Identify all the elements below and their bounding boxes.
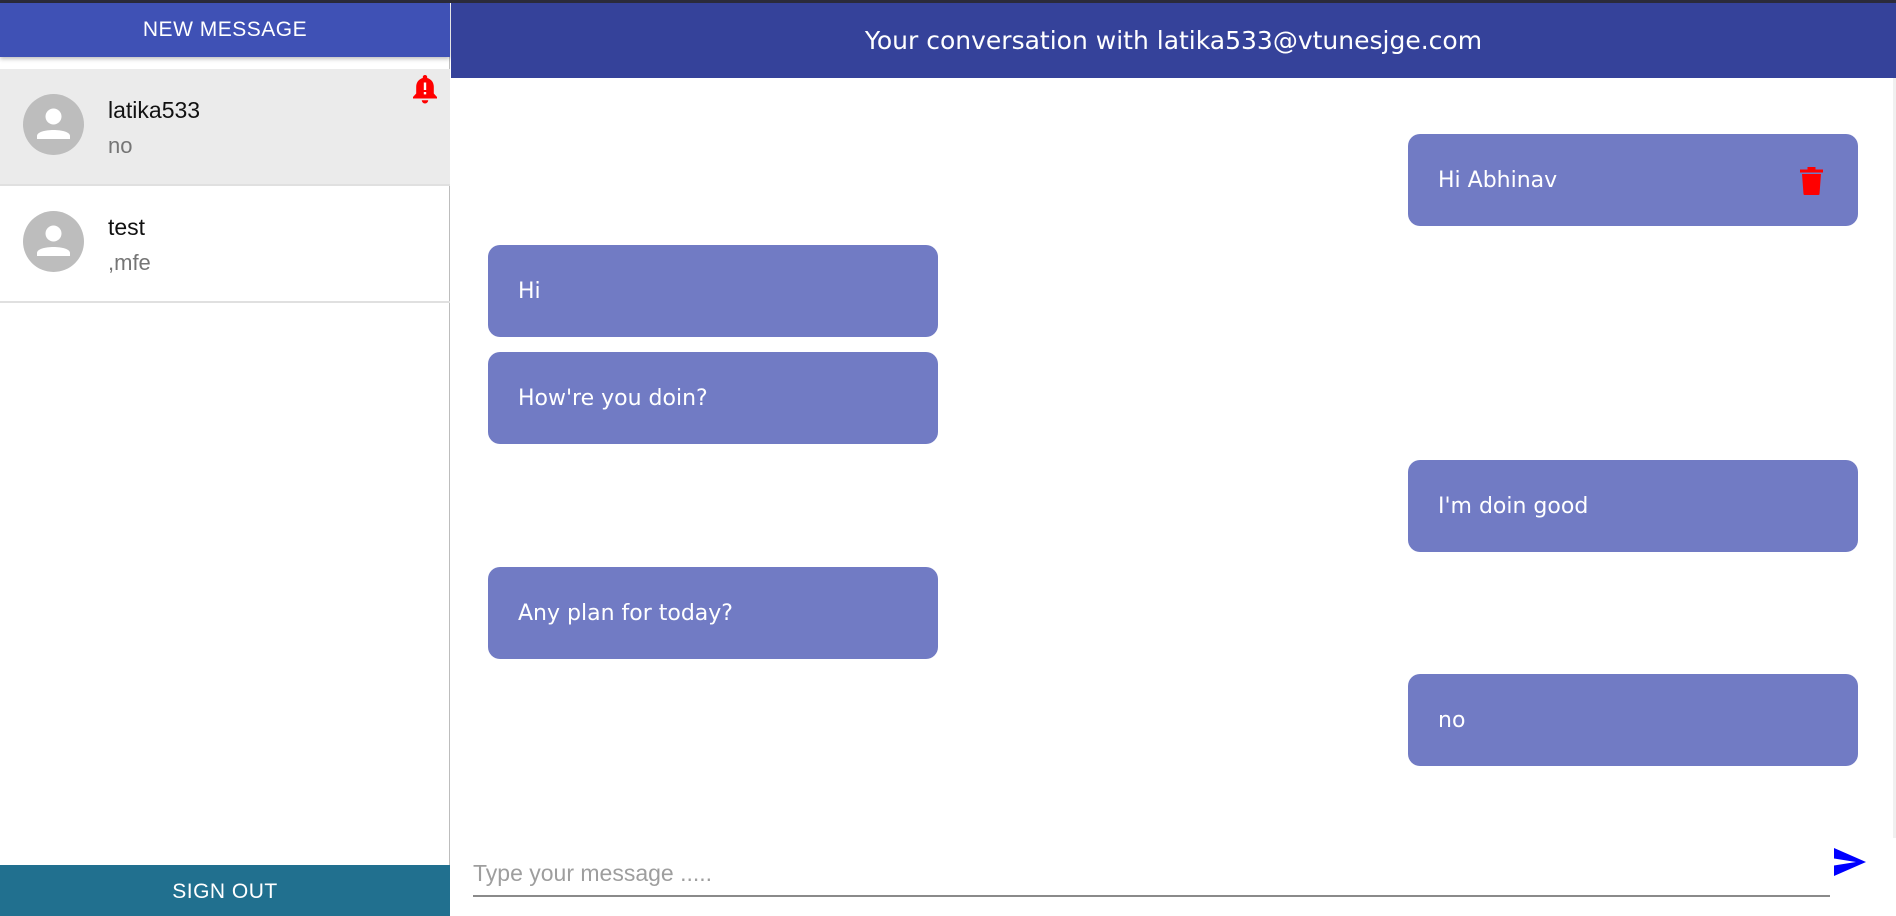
message-text: no (1438, 707, 1466, 733)
new-message-button[interactable]: NEW MESSAGE (0, 3, 450, 57)
person-icon (23, 94, 84, 155)
message-text: Hi Abhinav (1438, 167, 1558, 193)
chat-item-latika533[interactable]: latika533 no (0, 69, 450, 186)
send-icon (1834, 847, 1866, 876)
chat-preview: no (108, 133, 133, 158)
message-list: Hi Abhinav Hi How're you doin? I'm doin … (451, 78, 1896, 838)
message-bubble-received: Any plan for today? (488, 567, 938, 659)
message-text: How're you doin? (518, 385, 708, 411)
message-text: I'm doin good (1438, 493, 1589, 519)
send-button[interactable] (1830, 843, 1870, 883)
sign-out-button[interactable]: SIGN OUT (0, 865, 450, 916)
message-text: Any plan for today? (518, 600, 733, 626)
chat-name: latika533 (108, 97, 201, 123)
conversation-panel: Your conversation with latika533@vtunesj… (451, 3, 1896, 916)
message-bubble-sent: Hi Abhinav (1408, 134, 1858, 226)
bell-alert-icon (413, 75, 437, 104)
person-icon (23, 211, 84, 272)
chat-list: latika533 no test ,mfe (0, 69, 450, 303)
sidebar: NEW MESSAGE latika533 no test ,mfe SIGN … (0, 3, 450, 916)
message-bubble-sent: no (1408, 674, 1858, 766)
message-composer (473, 839, 1830, 897)
message-text: Hi (518, 278, 541, 304)
message-bubble-received: Hi (488, 245, 938, 337)
chat-item-test[interactable]: test ,mfe (0, 186, 450, 303)
conversation-title: Your conversation with latika533@vtunesj… (451, 3, 1896, 78)
chat-name: test (108, 214, 146, 240)
chat-preview: ,mfe (108, 250, 151, 275)
message-bubble-received: How're you doin? (488, 352, 938, 444)
trash-icon[interactable] (1800, 167, 1823, 195)
message-input[interactable] (473, 839, 1830, 895)
message-bubble-sent: I'm doin good (1408, 460, 1858, 552)
